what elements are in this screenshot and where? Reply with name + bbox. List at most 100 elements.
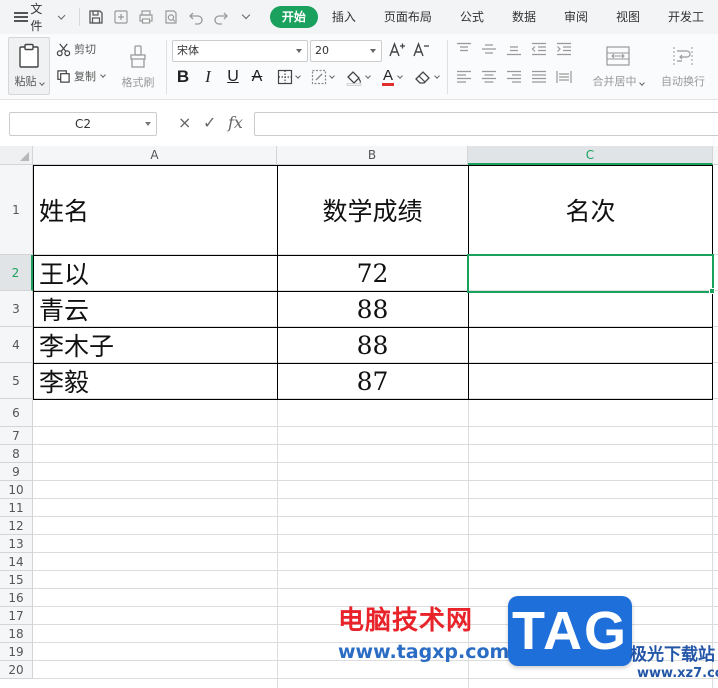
- merge-center-button[interactable]: 合并居中: [586, 38, 650, 96]
- paste-button[interactable]: 粘贴: [8, 37, 50, 95]
- cell-style-button[interactable]: [308, 67, 336, 87]
- row-header-15[interactable]: 15: [0, 571, 33, 589]
- clipboard-icon: [19, 43, 39, 68]
- underline-button[interactable]: U: [224, 67, 242, 87]
- copy-icon: [57, 69, 70, 83]
- cell-c5[interactable]: [468, 363, 713, 399]
- cell-a4[interactable]: 李木子: [33, 327, 277, 363]
- cell-a1[interactable]: 姓名: [33, 165, 277, 255]
- align-center-button[interactable]: [480, 69, 498, 85]
- row-header-4[interactable]: 4: [0, 327, 33, 363]
- column-header-d[interactable]: [713, 146, 718, 165]
- select-all-corner[interactable]: [0, 146, 33, 165]
- row-header-13[interactable]: 13: [0, 535, 33, 553]
- increase-font-size-button[interactable]: [388, 40, 406, 60]
- undo-icon[interactable]: [188, 9, 204, 25]
- align-left-button[interactable]: [455, 69, 473, 85]
- tab-page-layout[interactable]: 页面布局: [370, 6, 446, 28]
- cell-b4[interactable]: 88: [277, 327, 468, 363]
- cell-a3[interactable]: 青云: [33, 291, 277, 327]
- font-size-select[interactable]: 20: [310, 40, 382, 62]
- decrease-indent-button[interactable]: [530, 41, 548, 57]
- copy-button[interactable]: 复制: [56, 67, 106, 85]
- cell-b1[interactable]: 数学成绩: [277, 165, 468, 255]
- border-button[interactable]: [274, 67, 302, 87]
- row-header-16[interactable]: 16: [0, 589, 33, 607]
- row-header-9[interactable]: 9: [0, 463, 33, 481]
- tab-view[interactable]: 视图: [602, 6, 654, 28]
- print-preview-icon[interactable]: [163, 9, 179, 25]
- row-header-8[interactable]: 8: [0, 445, 33, 463]
- cell-c3[interactable]: [468, 291, 713, 327]
- clear-format-button[interactable]: [412, 67, 440, 87]
- row-header-11[interactable]: 11: [0, 499, 33, 517]
- cell-c4[interactable]: [468, 327, 713, 363]
- italic-button[interactable]: I: [199, 67, 217, 87]
- save-icon[interactable]: [88, 9, 104, 25]
- row-header-19[interactable]: 19: [0, 643, 33, 661]
- align-middle-button[interactable]: [480, 41, 498, 57]
- font-color-icon: A: [381, 67, 394, 86]
- row-header-10[interactable]: 10: [0, 481, 33, 499]
- justify-button[interactable]: [530, 69, 548, 85]
- cell-b5[interactable]: 87: [277, 363, 468, 399]
- align-top-button[interactable]: [455, 41, 473, 57]
- column-header-b[interactable]: B: [277, 146, 468, 165]
- tag-logo: TAG: [508, 596, 632, 666]
- decrease-font-size-button[interactable]: [412, 40, 430, 60]
- font-name-select[interactable]: 宋体: [172, 40, 308, 62]
- tab-insert[interactable]: 插入: [318, 6, 370, 28]
- row-header-14[interactable]: 14: [0, 553, 33, 571]
- cut-button[interactable]: 剪切: [56, 40, 96, 58]
- column-header-a[interactable]: A: [33, 146, 277, 165]
- tab-home[interactable]: 开始: [269, 6, 318, 28]
- row-header-2[interactable]: 2: [0, 255, 33, 291]
- bold-button[interactable]: B: [174, 67, 192, 87]
- redo-icon[interactable]: [213, 9, 229, 25]
- fx-icon[interactable]: fx: [228, 114, 243, 132]
- underline-icon: U: [227, 68, 239, 85]
- align-bottom-button[interactable]: [505, 41, 523, 57]
- cell-c1[interactable]: 名次: [468, 165, 713, 255]
- row-header-18[interactable]: 18: [0, 625, 33, 643]
- row-header-3[interactable]: 3: [0, 291, 33, 327]
- align-right-button[interactable]: [505, 69, 523, 85]
- more-icon[interactable]: [238, 9, 254, 25]
- cancel-icon[interactable]: ×: [178, 114, 191, 132]
- cell-style-icon: [311, 69, 326, 85]
- active-cell-selection[interactable]: [467, 254, 714, 293]
- confirm-icon[interactable]: ✓: [203, 114, 216, 132]
- file-menu[interactable]: 文件: [0, 0, 67, 34]
- fill-handle[interactable]: [709, 288, 715, 294]
- format-painter-button[interactable]: 格式刷: [118, 38, 158, 96]
- row-header-1[interactable]: 1: [0, 165, 33, 255]
- fill-color-button[interactable]: [342, 67, 372, 87]
- tab-formulas[interactable]: 公式: [446, 6, 498, 28]
- row-header-12[interactable]: 12: [0, 517, 33, 535]
- distributed-button[interactable]: [555, 69, 573, 85]
- ribbon-toolbar: 粘贴 剪切 复制 格式刷 宋体 20 B I U A A 合并居中 自动换行: [0, 34, 718, 100]
- menu-bar: 文件 开始 插入 页面布局 公式 数据 审阅 视图 开发工: [0, 0, 718, 34]
- tab-developer[interactable]: 开发工: [654, 6, 718, 28]
- cell-b2[interactable]: 72: [277, 255, 468, 291]
- formula-input[interactable]: [254, 112, 718, 136]
- tab-data[interactable]: 数据: [498, 6, 550, 28]
- row-header-6[interactable]: 6: [0, 399, 33, 427]
- print-icon[interactable]: [138, 9, 154, 25]
- row-grid-line: [33, 588, 718, 589]
- wrap-text-button[interactable]: 自动换行: [654, 38, 712, 96]
- row-header-17[interactable]: 17: [0, 607, 33, 625]
- name-box[interactable]: C2: [9, 112, 157, 136]
- tab-review[interactable]: 审阅: [550, 6, 602, 28]
- row-header-5[interactable]: 5: [0, 363, 33, 399]
- cell-b3[interactable]: 88: [277, 291, 468, 327]
- column-header-c[interactable]: C: [468, 146, 713, 165]
- cell-a2[interactable]: 王以: [33, 255, 277, 291]
- strikethrough-button[interactable]: A: [248, 67, 266, 87]
- increase-indent-button[interactable]: [555, 41, 573, 57]
- cell-a5[interactable]: 李毅: [33, 363, 277, 399]
- row-header-20[interactable]: 20: [0, 661, 33, 679]
- row-header-7[interactable]: 7: [0, 427, 33, 445]
- font-color-button[interactable]: A: [378, 67, 406, 87]
- export-icon[interactable]: [113, 9, 129, 25]
